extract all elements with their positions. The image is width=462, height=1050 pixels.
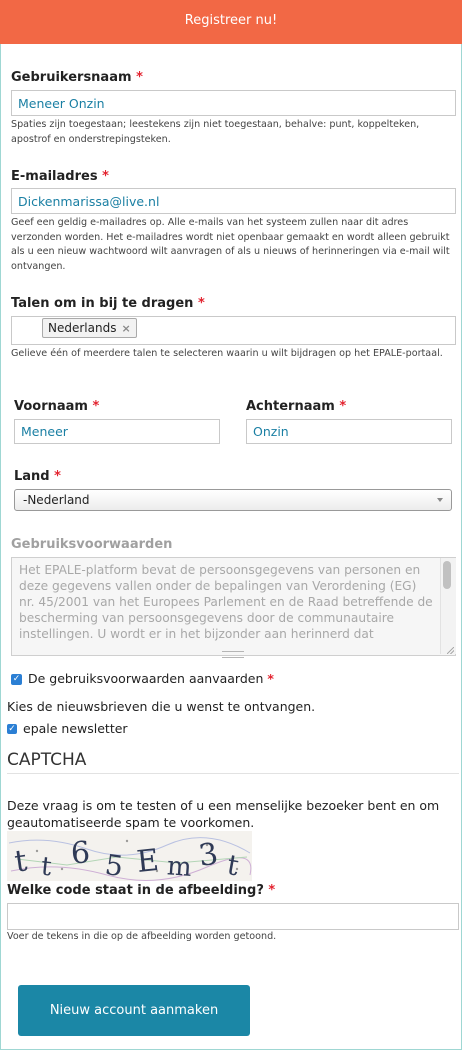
username-help: Spaties zijn toegestaan; leestekens zijn… <box>11 119 420 145</box>
captcha-question-text: Welke code staat in de afbeelding? <box>7 883 264 898</box>
captcha-description: Deze vraag is om te testen of u een mens… <box>7 798 440 830</box>
terms-textarea[interactable]: Het EPALE-platform bevat de persoonsgege… <box>11 557 456 656</box>
captcha-answer-input[interactable] <box>7 903 459 930</box>
required-mark: * <box>339 399 347 414</box>
country-select[interactable]: -Nederland <box>14 489 452 511</box>
terms-label: Gebruiksvoorwaarden <box>11 537 173 552</box>
captcha-char: 6 <box>70 835 91 871</box>
username-label-text: Gebruikersnaam <box>11 70 132 85</box>
captcha-char: E <box>135 843 160 880</box>
required-mark: * <box>92 399 100 414</box>
firstname-value: Meneer <box>21 424 68 439</box>
header-title: Registreer nu! <box>184 13 278 28</box>
newsletter-checkbox[interactable]: ✓ <box>7 724 17 734</box>
resize-handle-icon[interactable] <box>447 647 454 654</box>
page-header: Registreer nu! <box>0 0 462 44</box>
captcha-char: m <box>166 851 193 881</box>
chevron-down-icon <box>437 498 443 502</box>
required-mark: * <box>197 296 205 311</box>
captcha-divider <box>7 773 459 774</box>
required-mark: * <box>136 70 143 85</box>
username-value: Meneer Onzin <box>18 95 105 111</box>
required-mark: * <box>268 883 276 898</box>
firstname-label: Voornaam * <box>14 399 99 414</box>
required-mark: * <box>102 169 109 184</box>
remove-tag-icon[interactable]: × <box>121 322 130 335</box>
create-account-button[interactable]: Nieuw account aanmaken <box>18 985 250 1036</box>
create-account-button-label: Nieuw account aanmaken <box>49 1003 219 1018</box>
newsletter-intro: Kies de nieuwsbrieven die u wenst te ont… <box>7 699 316 714</box>
email-help: Geef een geldig e-mailadres op. Alle e-m… <box>11 217 450 272</box>
languages-label-text: Talen om in bij te dragen <box>11 296 194 311</box>
firstname-label-text: Voornaam <box>14 399 88 414</box>
languages-help: Gelieve één of meerdere talen te selecte… <box>11 348 443 359</box>
email-value: Dickenmarissa@live.nl <box>18 193 160 209</box>
firstname-input[interactable]: Meneer <box>14 419 220 444</box>
lastname-value: Onzin <box>253 424 289 439</box>
country-label-text: Land <box>14 469 50 484</box>
lastname-input[interactable]: Onzin <box>246 419 452 444</box>
username-label: Gebruikersnaam * <box>11 70 143 85</box>
country-label: Land * <box>14 469 61 484</box>
accept-terms-checkbox[interactable]: ✓ <box>11 674 22 685</box>
required-mark: * <box>267 671 274 686</box>
textarea-grip-icon[interactable] <box>222 651 244 658</box>
language-tag-nederlands[interactable]: Nederlands × <box>42 318 137 338</box>
email-label-text: E-mailadres <box>11 169 98 184</box>
username-input[interactable]: Meneer Onzin <box>11 90 456 116</box>
email-label: E-mailadres * <box>11 169 109 184</box>
captcha-image: t t 6 5 E m 3 t <box>7 831 252 881</box>
language-tag-label: Nederlands <box>48 321 117 335</box>
captcha-help: Voer de tekens in die op de afbeelding w… <box>7 931 277 942</box>
terms-scrollbar-thumb[interactable] <box>443 561 451 589</box>
email-input[interactable]: Dickenmarissa@live.nl <box>11 188 456 214</box>
lastname-label-text: Achternaam <box>246 399 335 414</box>
required-mark: * <box>54 469 61 484</box>
accept-terms-label-text: De gebruiksvoorwaarden aanvaarden <box>28 671 264 686</box>
accept-terms-label: De gebruiksvoorwaarden aanvaarden * <box>28 671 274 686</box>
languages-label: Talen om in bij te dragen * <box>11 296 205 311</box>
lastname-label: Achternaam * <box>246 399 346 414</box>
captcha-title: CAPTCHA <box>7 750 87 770</box>
country-selected-value: -Nederland <box>23 493 90 507</box>
newsletter-option-label: epale newsletter <box>23 721 128 736</box>
captcha-question-label: Welke code staat in de afbeelding? * <box>7 883 275 898</box>
